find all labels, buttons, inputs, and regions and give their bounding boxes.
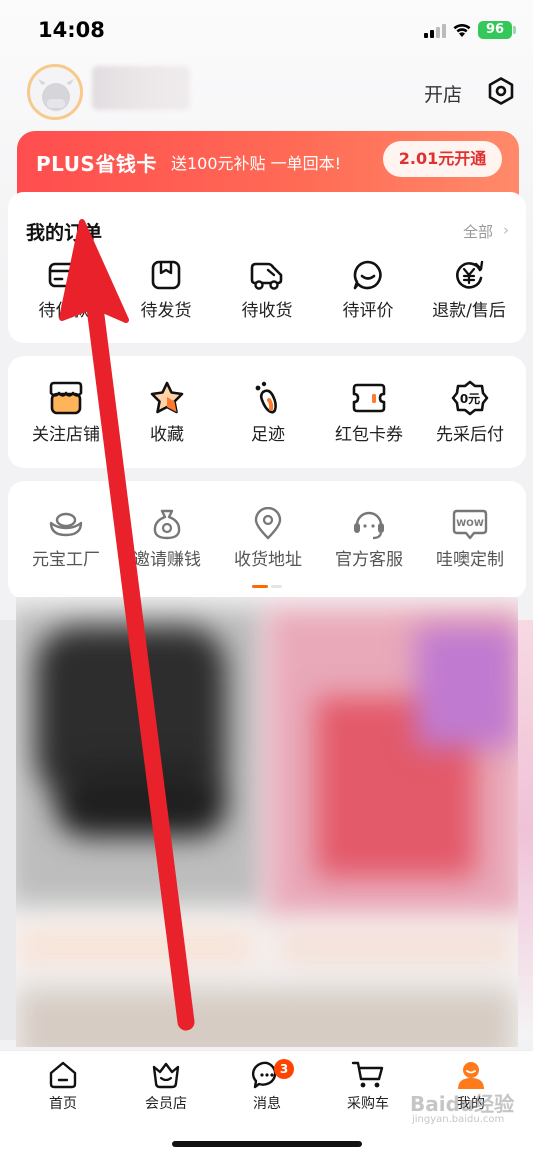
profile-icon <box>458 1062 484 1089</box>
pay-later-icon-text: 0元 <box>460 392 480 406</box>
status-time: 14:08 <box>38 18 105 42</box>
feed-right-edge <box>518 620 533 1040</box>
tab-member-store[interactable]: 会员店 <box>121 1059 211 1113</box>
order-item-label: 待评价 <box>342 301 394 321</box>
avatar[interactable] <box>27 64 83 120</box>
plus-title: PLUS省钱卡 <box>36 152 157 176</box>
footprint-icon <box>255 381 277 414</box>
battery-level: 96 <box>478 21 512 39</box>
blur-product-next-row <box>16 987 516 1047</box>
battery-tip <box>513 26 516 34</box>
fav-item-collection[interactable]: 收藏 <box>117 380 217 445</box>
star-icon <box>150 381 184 414</box>
page-indicator-active <box>252 585 268 588</box>
tool-item-label: 哇噢定制 <box>436 550 504 570</box>
location-icon <box>254 507 282 540</box>
wifi-icon <box>453 23 471 37</box>
shop-icon <box>49 381 83 415</box>
tab-cart[interactable]: 采购车 <box>323 1059 413 1113</box>
tool-item-label: 邀请赚钱 <box>133 550 201 570</box>
order-item-label: 待发货 <box>140 301 192 321</box>
tool-item-address[interactable]: 收货地址 <box>218 507 318 570</box>
tab-messages[interactable]: 3 消息 <box>222 1059 312 1113</box>
settings-icon[interactable] <box>486 76 516 106</box>
order-item-label: 退款/售后 <box>432 301 506 321</box>
fav-item-followed-shops[interactable]: 关注店铺 <box>16 380 116 445</box>
tab-label: 采购车 <box>347 1096 389 1112</box>
tool-item-ingot-factory[interactable]: 元宝工厂 <box>16 507 116 570</box>
fav-item-footprints[interactable]: 足迹 <box>218 380 318 445</box>
member-store-icon <box>152 1062 180 1089</box>
page-indicator-inactive <box>271 585 282 588</box>
home-icon <box>49 1061 77 1089</box>
fav-item-label: 红包卡券 <box>335 425 403 445</box>
tools-card: 元宝工厂 邀请赚钱 收货地址 官方客服 WOW 哇噢定制 <box>8 481 526 599</box>
order-item-pending-receipt[interactable]: 待收货 <box>217 258 317 321</box>
order-item-label: 待收货 <box>241 301 293 321</box>
message-badge: 3 <box>274 1059 294 1079</box>
fav-item-label: 关注店铺 <box>32 425 100 445</box>
money-bag-icon <box>153 509 181 540</box>
tool-item-customer-service[interactable]: 官方客服 <box>319 507 419 570</box>
truck-icon <box>250 262 283 290</box>
order-item-refund[interactable]: 退款/售后 <box>419 258 519 321</box>
blur-product-dark-shape-2 <box>56 767 226 837</box>
feed-left-edge <box>0 620 16 1040</box>
tool-item-label: 元宝工厂 <box>32 550 100 570</box>
blur-product-purple-shape <box>416 627 516 747</box>
tool-item-label: 收货地址 <box>234 550 302 570</box>
home-indicator <box>172 1141 362 1147</box>
page-indicator <box>252 585 282 588</box>
fav-item-coupons[interactable]: 红包卡券 <box>319 380 419 445</box>
pay-later-icon: 0元 <box>451 380 489 416</box>
tab-label: 会员店 <box>145 1096 187 1112</box>
orders-card: 我的订单 全部 › 待付款 待发货 待收货 待评价 退款/售后 <box>8 192 526 343</box>
tab-home[interactable]: 首页 <box>18 1059 108 1113</box>
order-item-pending-review[interactable]: 待评价 <box>318 258 418 321</box>
cart-icon <box>351 1061 384 1088</box>
plus-subtitle: 送100元补贴 一单回本! <box>171 154 342 173</box>
blur-product-caption-left <box>16 927 256 967</box>
fav-item-pay-later[interactable]: 0元 先采后付 <box>420 380 520 445</box>
tab-label: 消息 <box>253 1096 281 1112</box>
orders-title: 我的订单 <box>26 222 103 244</box>
order-item-pending-shipment[interactable]: 待发货 <box>116 258 216 321</box>
ingot-icon <box>49 512 83 537</box>
fav-item-label: 足迹 <box>251 425 285 445</box>
cow-avatar-icon <box>38 79 74 111</box>
refund-icon <box>456 260 484 289</box>
product-feed-blurred[interactable] <box>16 597 518 1047</box>
coupon-icon <box>352 383 386 413</box>
wow-icon-text: WOW <box>456 519 484 529</box>
open-store-link[interactable]: 开店 <box>424 80 462 107</box>
tab-label: 首页 <box>49 1096 77 1112</box>
headset-icon <box>354 511 384 540</box>
orders-all-link[interactable]: 全部 <box>463 221 493 242</box>
favorites-card: 关注店铺 收藏 足迹 红包卡券 0元 先采后付 <box>8 356 526 468</box>
comment-icon <box>353 260 382 290</box>
plus-open-button[interactable]: 2.01元开通 <box>383 141 502 177</box>
status-bar: 14:08 96 <box>0 0 533 60</box>
watermark-url: jingyan.baidu.com <box>412 1114 505 1125</box>
order-item-label: 待付款 <box>38 301 90 321</box>
fav-item-label: 先采后付 <box>436 425 504 445</box>
signal-icon <box>424 24 446 38</box>
fav-item-label: 收藏 <box>150 425 184 445</box>
package-icon <box>151 260 181 290</box>
watermark-text: Baidu经验 <box>410 1092 515 1116</box>
chevron-right-icon: › <box>503 221 509 239</box>
wallet-icon <box>48 262 80 288</box>
tool-item-label: 官方客服 <box>335 550 403 570</box>
wow-icon: WOW <box>452 509 488 540</box>
order-item-pending-payment[interactable]: 待付款 <box>14 258 114 321</box>
blur-product-caption-right <box>276 927 516 967</box>
tool-item-invite-earn[interactable]: 邀请赚钱 <box>117 507 217 570</box>
tool-item-wow-custom[interactable]: WOW 哇噢定制 <box>420 507 520 570</box>
username-blurred <box>92 66 190 110</box>
